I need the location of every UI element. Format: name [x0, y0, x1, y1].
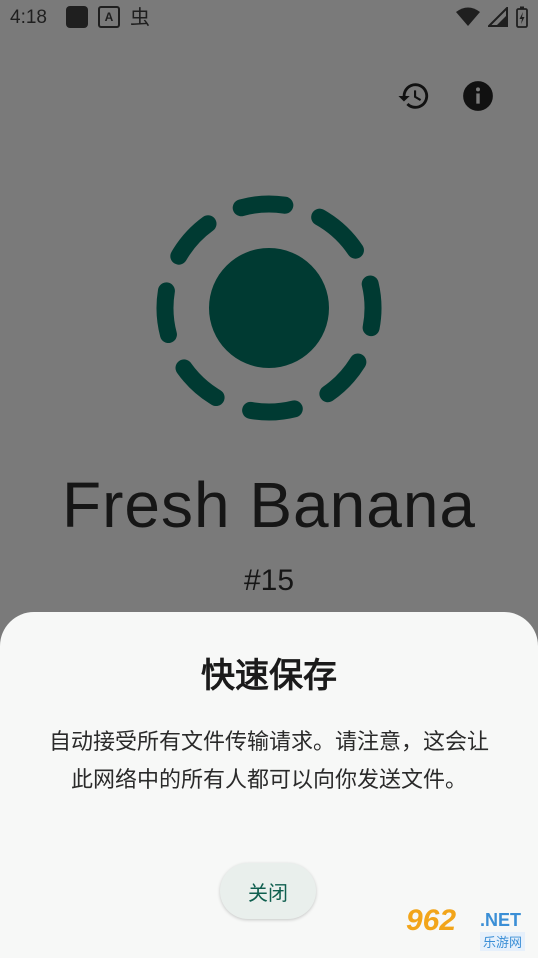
dialog-message: 自动接受所有文件传输请求。请注意，这会让此网络中的所有人都可以向你发送文件。 [48, 730, 489, 793]
info-button[interactable] [460, 78, 496, 114]
device-logo-icon [156, 195, 382, 421]
history-icon [398, 83, 429, 109]
status-system-icons [456, 6, 528, 28]
watermark-suffix: .NET [480, 910, 522, 930]
wifi-icon [456, 7, 480, 26]
watermark-number: 962 [406, 904, 457, 937]
battery-icon [516, 6, 528, 28]
device-number: #15 [243, 564, 295, 597]
site-watermark: 962 .NET 乐游网 [404, 904, 532, 954]
top-actions [396, 78, 496, 114]
app-notification-icon [66, 6, 88, 28]
status-bar: 4:18 A 虫 [0, 0, 538, 36]
quick-save-dialog: 快速保存 自动接受所有文件传输请求。请注意，这会让此网络中的所有人都可以向你发送… [0, 612, 538, 958]
info-icon [463, 81, 493, 111]
dialog-title: 快速保存 [201, 656, 337, 696]
close-button[interactable]: 关闭 [220, 863, 316, 919]
device-name: Fresh Banana [61, 469, 477, 541]
a-notification-icon: A [98, 6, 120, 28]
bug-icon: 虫 [130, 5, 150, 29]
signal-icon [488, 7, 508, 27]
watermark-site: 乐游网 [480, 932, 526, 951]
status-time: 4:18 [10, 7, 47, 28]
history-button[interactable] [396, 78, 432, 114]
status-notification-icons: A 虫 [66, 6, 150, 28]
